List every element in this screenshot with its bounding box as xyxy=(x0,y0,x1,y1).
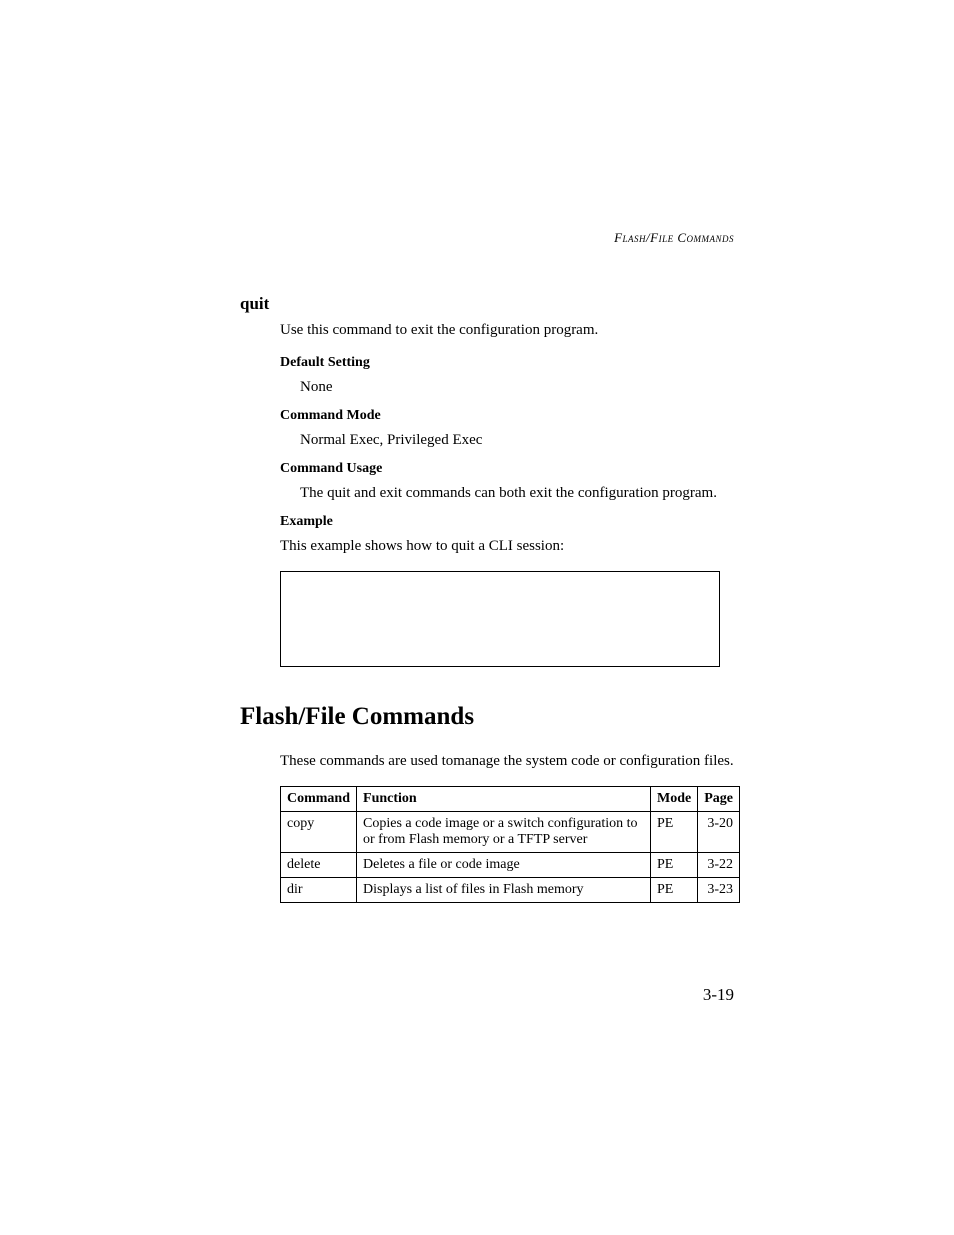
label-example: Example xyxy=(280,514,734,530)
heading-flash-file-commands: Flash/File Commands xyxy=(240,703,734,731)
label-command-usage: Command Usage xyxy=(280,461,734,477)
cell-page: 3-23 xyxy=(698,878,740,903)
cell-mode: PE xyxy=(651,878,698,903)
cell-function: Copies a code image or a switch configur… xyxy=(357,812,651,853)
label-command-mode: Command Mode xyxy=(280,408,734,424)
cell-command: copy xyxy=(281,812,357,853)
cell-command: delete xyxy=(281,853,357,878)
table-row: copy Copies a code image or a switch con… xyxy=(281,812,740,853)
cell-page: 3-20 xyxy=(698,812,740,853)
cell-mode: PE xyxy=(651,812,698,853)
running-header: Flash/File Commands xyxy=(240,230,734,246)
value-default-setting: None xyxy=(300,377,734,398)
value-command-usage: The quit and exit commands can both exit… xyxy=(300,483,734,504)
cell-function: Displays a list of files in Flash memory xyxy=(357,878,651,903)
example-code-box xyxy=(280,571,720,667)
th-command: Command xyxy=(281,787,357,812)
cell-command: dir xyxy=(281,878,357,903)
section-intro: These commands are used tomanage the sys… xyxy=(280,751,734,772)
example-intro: This example shows how to quit a CLI ses… xyxy=(280,536,734,557)
cell-mode: PE xyxy=(651,853,698,878)
table-row: dir Displays a list of files in Flash me… xyxy=(281,878,740,903)
page-number: 3-19 xyxy=(703,985,734,1005)
commands-table: Command Function Mode Page copy Copies a… xyxy=(280,786,740,903)
th-function: Function xyxy=(357,787,651,812)
th-mode: Mode xyxy=(651,787,698,812)
value-command-mode: Normal Exec, Privileged Exec xyxy=(300,430,734,451)
cell-function: Deletes a file or code image xyxy=(357,853,651,878)
label-default-setting: Default Setting xyxy=(280,355,734,371)
cell-page: 3-22 xyxy=(698,853,740,878)
table-row: delete Deletes a file or code image PE 3… xyxy=(281,853,740,878)
quit-intro: Use this command to exit the configurati… xyxy=(280,320,734,341)
heading-quit: quit xyxy=(240,294,734,314)
th-page: Page xyxy=(698,787,740,812)
table-header-row: Command Function Mode Page xyxy=(281,787,740,812)
